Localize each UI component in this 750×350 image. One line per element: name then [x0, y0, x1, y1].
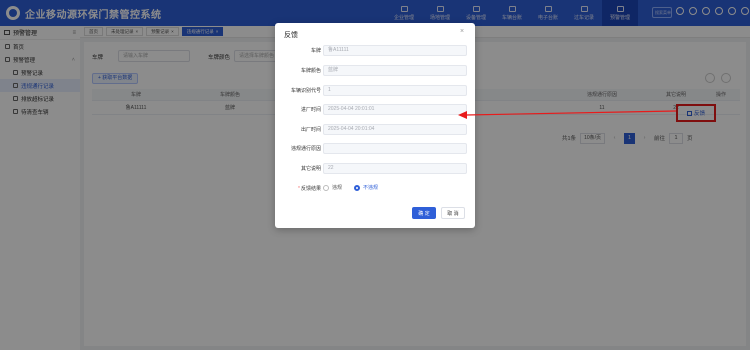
entry-time-label: 进厂时间 [300, 107, 321, 113]
dialog-title: 反馈 [284, 32, 298, 39]
plate-color-field: 蓝牌 [323, 65, 467, 76]
plate-field: 鲁A11111 [323, 45, 467, 56]
other-notes-label: 其它说明 [300, 166, 321, 172]
plate-row: 车牌 鲁A11111 [275, 45, 475, 57]
vin-row: 车辆识别代号 1 [275, 85, 475, 97]
cancel-button[interactable]: 取 消 [441, 207, 465, 219]
radio-circle-icon [323, 184, 329, 191]
entry-time-field: 2025-04-04 20:01:01 [323, 104, 467, 115]
feedback-result-row: *反馈结果 违规 不违规 [275, 183, 475, 195]
entry-time-row: 进厂时间 2025-04-04 20:01:01 [275, 104, 475, 116]
violation-reason-field [323, 143, 467, 154]
close-icon[interactable]: × [460, 28, 464, 35]
required-mark: * [298, 186, 300, 192]
other-notes-row: 其它说明 22 [275, 163, 475, 175]
exit-time-label: 出厂时间 [300, 127, 321, 133]
radio-no-violation[interactable]: 不违规 [354, 184, 378, 191]
violation-reason-row: 违规通行原因 [275, 143, 475, 155]
confirm-button[interactable]: 确 定 [412, 207, 436, 219]
plate-color-label: 车牌颜色 [300, 68, 321, 74]
exit-time-field: 2025-04-04 20:01:04 [323, 124, 467, 135]
feedback-result-radio-group: 违规 不违规 [323, 184, 378, 191]
vin-label: 车辆识别代号 [290, 88, 321, 94]
exit-time-row: 出厂时间 2025-04-04 20:01:04 [275, 124, 475, 136]
plate-color-row: 车牌颜色 蓝牌 [275, 65, 475, 77]
vin-field: 1 [323, 85, 467, 96]
radio-checked-icon [354, 184, 361, 191]
other-notes-field: 22 [323, 163, 467, 174]
radio-violation[interactable]: 违规 [323, 184, 342, 191]
violation-reason-label: 违规通行原因 [290, 146, 321, 152]
plate-label: 车牌 [310, 48, 321, 54]
feedback-dialog: 反馈 × 车牌 鲁A11111 车牌颜色 蓝牌 车辆识别代号 1 进厂时间 20… [275, 23, 475, 228]
feedback-result-label: *反馈结果 [298, 186, 321, 192]
